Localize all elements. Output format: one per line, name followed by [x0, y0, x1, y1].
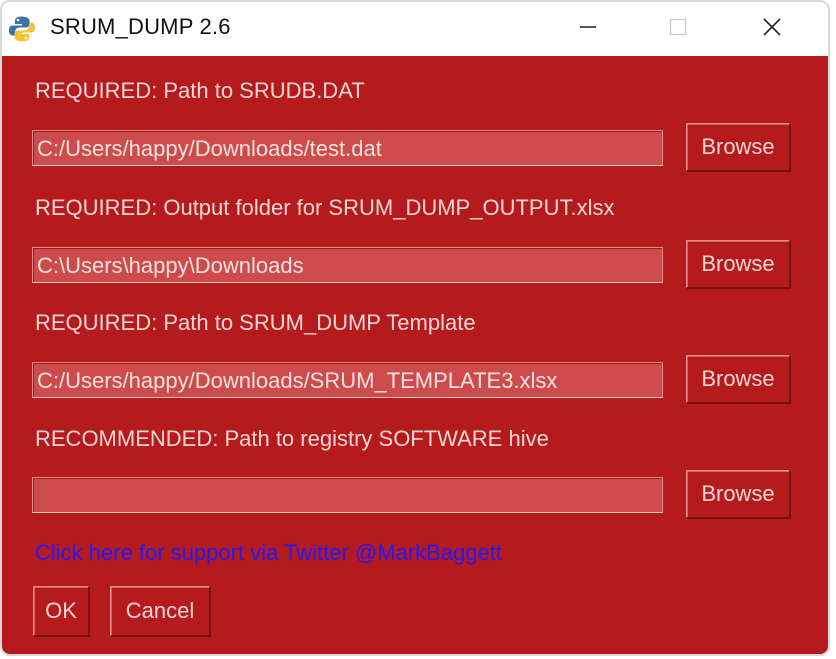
maximize-button[interactable]: [638, 2, 718, 56]
dialog-body: REQUIRED: Path to SRUDB.DAT Browse REQUI…: [2, 56, 828, 654]
software-hive-browse-button[interactable]: Browse: [686, 470, 790, 518]
software-hive-label: RECOMMENDED: Path to registry SOFTWARE h…: [35, 426, 549, 451]
template-browse-button[interactable]: Browse: [686, 355, 790, 403]
output-folder-browse-button[interactable]: Browse: [686, 240, 790, 288]
output-folder-input[interactable]: [32, 247, 663, 283]
srum-dump-window: SRUM_DUMP 2.6 REQUIRED: Path to SRUDB.DA…: [0, 0, 830, 656]
srudb-path-input[interactable]: [32, 130, 663, 166]
cancel-button[interactable]: Cancel: [110, 586, 210, 636]
template-path-label: REQUIRED: Path to SRUM_DUMP Template: [35, 310, 476, 335]
title-bar[interactable]: SRUM_DUMP 2.6: [2, 2, 828, 56]
srudb-path-label: REQUIRED: Path to SRUDB.DAT: [35, 78, 365, 103]
minimize-button[interactable]: [548, 2, 628, 56]
output-folder-label: REQUIRED: Output folder for SRUM_DUMP_OU…: [35, 195, 615, 220]
maximize-icon: [668, 17, 688, 42]
software-hive-input[interactable]: [32, 477, 663, 513]
close-icon: [761, 16, 783, 43]
close-button[interactable]: [732, 2, 812, 56]
ok-button[interactable]: OK: [33, 586, 89, 636]
window-title: SRUM_DUMP 2.6: [50, 14, 231, 39]
minimize-icon: [578, 17, 598, 42]
srudb-browse-button[interactable]: Browse: [686, 123, 790, 171]
twitter-support-link[interactable]: Click here for support via Twitter @Mark…: [35, 540, 502, 566]
python-icon: [8, 15, 36, 43]
template-path-input[interactable]: [32, 362, 663, 398]
